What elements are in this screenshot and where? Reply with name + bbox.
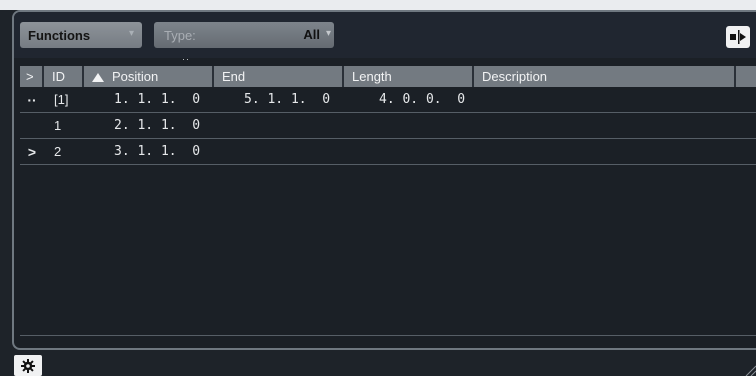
column-header-end[interactable]: End <box>214 66 344 87</box>
table-header: > ID Position End Length Description <box>20 66 756 87</box>
row-position: 3. 1. 1. 0 <box>114 144 201 159</box>
resize-grip-icon[interactable] <box>744 364 756 376</box>
sort-ascending-icon <box>92 73 104 82</box>
row-position: 2. 1. 1. 0 <box>114 118 201 133</box>
toolbar: Functions ▾ Type: All ▾ <box>14 12 756 58</box>
markers-panel: Functions ▾ Type: All ▾ ·· > ID Position… <box>12 10 756 350</box>
row-length: 4. 0. 0. 0 <box>379 92 466 107</box>
panel-divider <box>20 335 756 336</box>
row-end: 5. 1. 1. 0 <box>244 92 331 107</box>
settings-button[interactable] <box>14 355 42 376</box>
row-position: 1. 1. 1. 0 <box>114 92 201 107</box>
row-id: [1] <box>54 92 69 107</box>
row-marker: > <box>27 143 37 160</box>
markers-table: > ID Position End Length Description ·· … <box>20 66 756 165</box>
chevron-down-icon: ▾ <box>325 28 331 39</box>
transfer-icon <box>730 30 746 44</box>
table-row[interactable]: ·· [1] 1. 1. 1. 0 5. 1. 1. 0 4. 0. 0. 0 <box>20 87 756 113</box>
row-id: 2 <box>54 144 62 159</box>
column-header-expand[interactable]: > <box>20 66 44 87</box>
marker-window: Functions ▾ Type: All ▾ ·· > ID Position… <box>0 0 756 376</box>
gear-icon <box>21 358 35 373</box>
chevron-down-icon: ▾ <box>128 28 134 39</box>
table-row[interactable]: > 2 3. 1. 1. 0 <box>20 139 756 165</box>
type-filter-label: Type: <box>164 27 196 43</box>
column-header-filler <box>736 66 756 87</box>
column-header-position[interactable]: Position <box>84 66 214 87</box>
column-header-position-label: Position <box>112 69 159 84</box>
row-id: 1 <box>54 118 62 133</box>
row-marker: ·· <box>27 91 37 108</box>
functions-dropdown[interactable]: Functions ▾ <box>20 22 142 48</box>
table-row[interactable]: 1 2. 1. 1. 0 <box>20 113 756 139</box>
transfer-button[interactable] <box>726 26 750 48</box>
column-header-description[interactable]: Description <box>474 66 736 87</box>
type-filter-dropdown[interactable]: Type: All ▾ <box>154 22 334 48</box>
window-top-border <box>0 0 756 10</box>
column-header-length[interactable]: Length <box>344 66 474 87</box>
column-resize-grip[interactable]: ·· <box>182 55 190 64</box>
type-filter-value: All <box>303 27 320 42</box>
column-header-id[interactable]: ID <box>44 66 84 87</box>
functions-dropdown-label: Functions <box>28 27 91 43</box>
